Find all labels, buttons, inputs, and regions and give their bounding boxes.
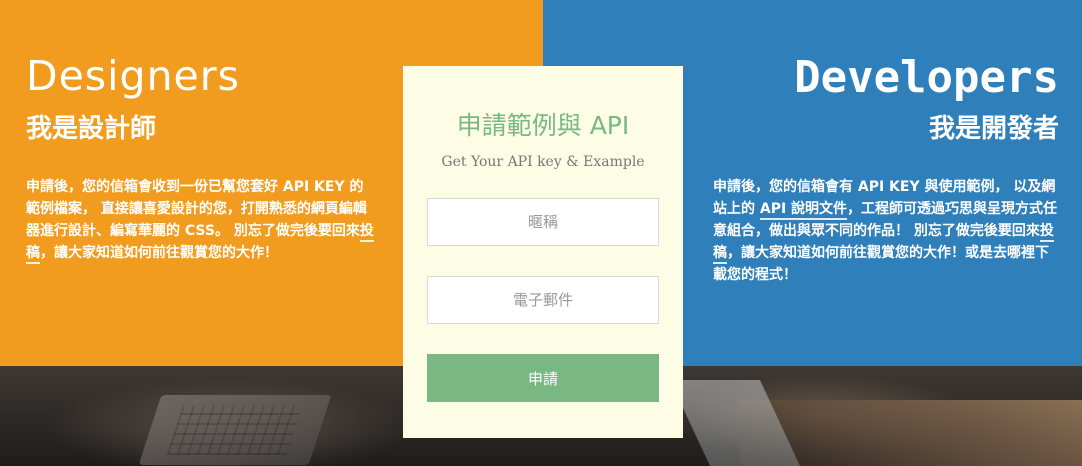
designers-desc-text: 申請後，您的信箱會收到一份已幫您套好 API KEY 的範例檔案， 直接讓喜愛設… xyxy=(26,179,367,239)
api-docs-link[interactable]: API 說明文件 xyxy=(759,201,848,220)
designers-description: 申請後，您的信箱會收到一份已幫您套好 API KEY 的範例檔案， 直接讓喜愛設… xyxy=(26,176,376,264)
form-title: 申請範例與 API xyxy=(456,111,630,140)
email-input[interactable] xyxy=(427,276,659,324)
developers-desc-text-end: ，讓大家知道如何前往觀賞您的大作！或是去哪裡下載您的程式！ xyxy=(713,245,1049,283)
developers-title: Developers xyxy=(794,52,1059,103)
signup-form-card: 申請範例與 API Get Your API key & Example 申請 xyxy=(403,66,683,438)
form-subtitle: Get Your API key & Example xyxy=(441,154,645,170)
developers-subtitle: 我是開發者 xyxy=(928,114,1059,144)
designers-title: Designers xyxy=(26,52,240,100)
designers-desc-text-end: ，讓大家知道如何前往觀賞您的大作！ xyxy=(40,245,278,261)
apply-button[interactable]: 申請 xyxy=(427,354,659,402)
nickname-input[interactable] xyxy=(427,198,659,246)
developers-description: 申請後，您的信箱會有 API KEY 與使用範例， 以及網站上的 API 說明文… xyxy=(713,176,1058,286)
background-laptop-keys xyxy=(166,405,304,455)
designers-subtitle: 我是設計師 xyxy=(26,114,157,144)
